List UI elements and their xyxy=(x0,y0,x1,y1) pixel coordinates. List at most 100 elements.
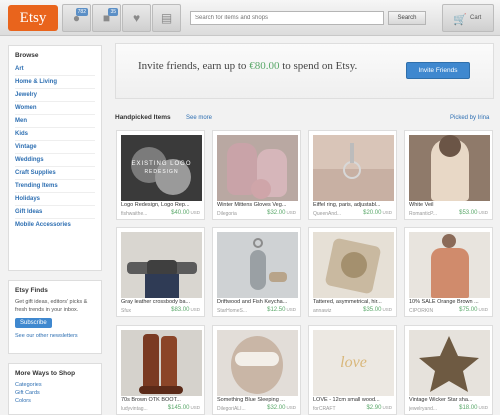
invite-banner: Invite friends, earn up to €80.00 to spe… xyxy=(115,43,494,99)
browse-item-gift-ideas[interactable]: Gift Ideas xyxy=(15,206,95,219)
product-image[interactable] xyxy=(409,232,490,298)
product-price: $40.00USD xyxy=(171,210,200,216)
browse-item-vintage[interactable]: Vintage xyxy=(15,141,95,154)
product-price: $12.50USD xyxy=(267,307,296,313)
product-image[interactable] xyxy=(409,135,490,201)
product-price: $35.00USD xyxy=(363,307,392,313)
product-title[interactable]: LOVE - 12cm small wood... xyxy=(313,397,394,403)
browse-item-women[interactable]: Women xyxy=(15,102,95,115)
product-card[interactable]: Driftwood and Fish Keycha... StarHomeS..… xyxy=(212,227,301,317)
section-title: Handpicked Items xyxy=(115,114,171,121)
product-card[interactable]: 70s Brown OTK BOOT... ludyvintag... $145… xyxy=(116,325,205,415)
product-shop[interactable]: fishwaithe... xyxy=(121,211,165,217)
etsy-logo[interactable]: Etsy xyxy=(8,5,58,31)
browse-item-jewelry[interactable]: Jewelry xyxy=(15,89,95,102)
product-card[interactable]: Something Blue Sleeping ... DilegoriALI.… xyxy=(212,325,301,415)
browse-item-holidays[interactable]: Holidays xyxy=(15,193,95,206)
product-card[interactable]: 10% SALE Orange Brown ... CIPORKIN $75.0… xyxy=(404,227,493,317)
product-image[interactable] xyxy=(313,232,394,298)
subscribe-button[interactable]: Subscribe xyxy=(15,318,52,328)
etsy-finds-text: Get gift ideas, editors' picks & fresh t… xyxy=(15,299,88,313)
etsy-finds-title: Etsy Finds xyxy=(15,287,48,294)
browse-list: Art Home & Living Jewelry Women Men Kids… xyxy=(9,63,101,232)
browse-item-mobile-accessories[interactable]: Mobile Accessories xyxy=(15,219,95,232)
product-title[interactable]: Eiffel ring, paris, adjustabl... xyxy=(313,202,394,208)
search-input[interactable] xyxy=(190,11,384,25)
thumb-text: EXISTING LOGO xyxy=(131,161,192,167)
product-image[interactable] xyxy=(217,135,298,201)
product-image[interactable] xyxy=(217,330,298,396)
product-shop[interactable]: RomanticP... xyxy=(409,211,453,217)
newsletters-link[interactable]: See our other newsletters xyxy=(9,332,101,340)
browse-item-men[interactable]: Men xyxy=(15,115,95,128)
browse-item-home-living[interactable]: Home & Living xyxy=(15,76,95,89)
product-card[interactable]: Tattered, asymmetrical, hir... annawiz $… xyxy=(308,227,397,317)
product-image[interactable] xyxy=(313,135,394,201)
browse-item-trending-items[interactable]: Trending Items xyxy=(15,180,95,193)
product-title[interactable]: Vintage Wicker Star sha... xyxy=(409,397,490,403)
product-title[interactable]: White Veil xyxy=(409,202,490,208)
product-card[interactable]: Eiffel ring, paris, adjustabl... QueenAn… xyxy=(308,130,397,220)
search-bar: Search xyxy=(186,9,434,27)
more-item-categories[interactable]: Categories xyxy=(9,381,101,389)
product-shop[interactable]: StarHomeS... xyxy=(217,308,261,314)
product-title[interactable]: 70s Brown OTK BOOT... xyxy=(121,397,202,403)
picked-by-link[interactable]: Picked by Irina xyxy=(450,115,489,121)
product-card[interactable]: White Veil RomanticP... $53.00USD xyxy=(404,130,493,220)
product-title[interactable]: Logo Redesign, Logo Rep... xyxy=(121,202,202,208)
product-title[interactable]: Gray leather crossbody ba... xyxy=(121,299,202,305)
see-more-link[interactable]: See more xyxy=(186,115,212,121)
invite-friends-button[interactable]: Invite Friends xyxy=(406,62,470,79)
product-card[interactable]: love LOVE - 12cm small wood... forCRAFT … xyxy=(308,325,397,415)
product-image[interactable]: love xyxy=(313,330,394,396)
product-shop[interactable]: ludyvintag... xyxy=(121,406,165,412)
product-card[interactable]: Vintage Wicker Star sha... jewelryand...… xyxy=(404,325,493,415)
product-title[interactable]: Driftwood and Fish Keycha... xyxy=(217,299,298,305)
cart-icon: 🛒 xyxy=(453,14,467,26)
product-image[interactable] xyxy=(409,330,490,396)
more-ways-panel: More Ways to Shop Categories Gift Cards … xyxy=(8,363,102,415)
product-image[interactable]: EXISTING LOGO REDESIGN xyxy=(121,135,202,201)
invite-amount: €80.00 xyxy=(249,60,280,72)
browse-item-kids[interactable]: Kids xyxy=(15,128,95,141)
product-card[interactable]: EXISTING LOGO REDESIGN Logo Redesign, Lo… xyxy=(116,130,205,220)
top-header: Etsy ● 782 ■ 35 ♥ ▤ Search 🛒 Cart xyxy=(0,0,500,36)
product-shop[interactable]: DilegoriALI... xyxy=(217,406,261,412)
product-shop[interactable]: forCRAFT xyxy=(313,406,357,412)
search-button[interactable]: Search xyxy=(388,11,426,25)
product-title[interactable]: Winter Mittens Gloves Veg... xyxy=(217,202,298,208)
favorites-button[interactable]: ♥ xyxy=(122,4,151,32)
messages-button[interactable]: ■ 35 xyxy=(92,4,121,32)
product-title[interactable]: 10% SALE Orange Brown ... xyxy=(409,299,490,305)
product-shop[interactable]: jewelryand... xyxy=(409,406,453,412)
product-image[interactable] xyxy=(121,330,202,396)
browse-item-art[interactable]: Art xyxy=(15,63,95,76)
your-shop-button[interactable]: ▤ xyxy=(152,4,181,32)
product-price: $32.00USD xyxy=(267,210,296,216)
product-price: $83.00USD xyxy=(171,307,200,313)
activity-button[interactable]: ● 782 xyxy=(62,4,91,32)
product-shop[interactable]: QueenAnd... xyxy=(313,211,357,217)
browse-title: Browse xyxy=(15,52,39,59)
product-shop[interactable]: Sfux xyxy=(121,308,165,314)
activity-badge: 782 xyxy=(75,8,88,16)
product-card[interactable]: Gray leather crossbody ba... Sfux $83.00… xyxy=(116,227,205,317)
product-image[interactable] xyxy=(217,232,298,298)
more-item-colors[interactable]: Colors xyxy=(9,397,101,405)
product-price: $2.90USD xyxy=(366,405,392,411)
product-card[interactable]: Winter Mittens Gloves Veg... Dilegoria $… xyxy=(212,130,301,220)
product-price: $145.00USD xyxy=(167,405,200,411)
product-shop[interactable]: Dilegoria xyxy=(217,211,261,217)
product-title[interactable]: Something Blue Sleeping ... xyxy=(217,397,298,403)
browse-item-craft-supplies[interactable]: Craft Supplies xyxy=(15,167,95,180)
product-shop[interactable]: annawiz xyxy=(313,308,357,314)
browse-item-weddings[interactable]: Weddings xyxy=(15,154,95,167)
cart-button[interactable]: 🛒 Cart xyxy=(442,4,494,32)
product-title[interactable]: Tattered, asymmetrical, hir... xyxy=(313,299,394,305)
shop-icon: ▤ xyxy=(160,11,173,25)
etsy-finds-panel: Etsy Finds Get gift ideas, editors' pick… xyxy=(8,280,102,354)
product-shop[interactable]: CIPORKIN xyxy=(409,308,453,314)
product-image[interactable] xyxy=(121,232,202,298)
more-item-gift-cards[interactable]: Gift Cards xyxy=(9,389,101,397)
cart-label: Cart xyxy=(470,15,482,21)
